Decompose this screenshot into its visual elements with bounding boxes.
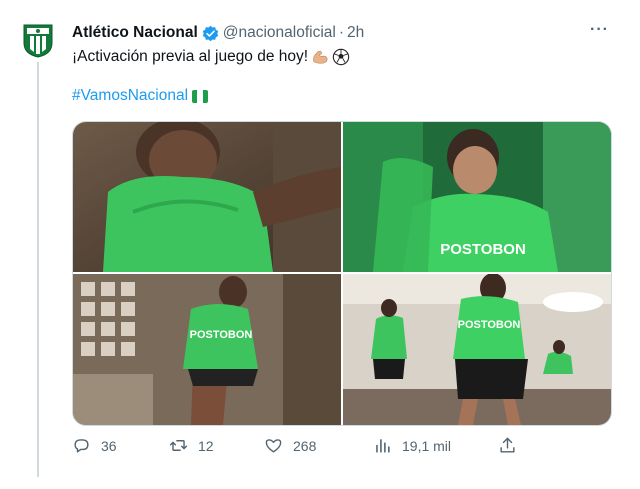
- share-icon: [500, 437, 515, 453]
- hashtag-row: #VamosNacional: [72, 87, 209, 105]
- retweet-icon: [169, 440, 188, 451]
- like-count: 268: [293, 437, 317, 454]
- photo-4[interactable]: POSTOBON: [343, 274, 611, 425]
- photo-3[interactable]: POSTOBON: [73, 274, 341, 425]
- author-name[interactable]: Atlético Nacional: [72, 24, 198, 42]
- views-count: 19,1 mil: [402, 437, 452, 454]
- retweet-count: 12: [198, 437, 214, 454]
- reply-button[interactable]: 36: [72, 436, 117, 455]
- views-chart-icon: [376, 439, 390, 453]
- tweet-header: Atlético Nacional @nacionaloficial · 2h: [72, 22, 364, 44]
- flexed-biceps-emoji-icon: [313, 51, 328, 64]
- club-crest-icon: [23, 24, 53, 58]
- retweet-button[interactable]: 12: [169, 436, 214, 455]
- reply-icon: [74, 439, 89, 453]
- nigeria-flag-icon: [192, 89, 209, 103]
- photo-2[interactable]: POSTOBON: [343, 122, 611, 272]
- thread-line: [37, 62, 39, 477]
- media-grid: POSTOBON POSTOBON POSTOBON: [72, 121, 612, 426]
- photo-1[interactable]: [73, 122, 341, 272]
- like-button[interactable]: 268: [264, 436, 316, 455]
- heart-icon: [265, 439, 282, 453]
- tweet[interactable]: Atlético Nacional @nacionaloficial · 2h …: [0, 0, 640, 489]
- reply-count: 36: [101, 437, 117, 454]
- avatar[interactable]: [19, 21, 57, 59]
- soccer-ball-emoji-icon: [332, 48, 350, 66]
- hashtag-link[interactable]: #VamosNacional: [72, 87, 188, 105]
- postobon-sponsor-text: POSTOBON: [440, 241, 526, 258]
- tweet-actions: 36 12 268 19,1 mil: [72, 436, 532, 458]
- header-separator: ·: [338, 24, 345, 41]
- tweet-text: ¡Activación previa al juego de hoy!: [72, 47, 350, 67]
- author-handle[interactable]: @nacionaloficial: [223, 24, 336, 42]
- share-button[interactable]: [498, 436, 527, 455]
- tweet-timestamp[interactable]: 2h: [347, 24, 364, 42]
- postobon-sponsor-text: POSTOBON: [190, 329, 253, 341]
- tweet-text-body: ¡Activación previa al juego de hoy!: [72, 48, 309, 65]
- verified-badge-icon: [202, 25, 218, 41]
- views-button[interactable]: 19,1 mil: [373, 436, 451, 455]
- postobon-sponsor-text: POSTOBON: [458, 319, 521, 331]
- more-options-button[interactable]: ···: [590, 21, 609, 39]
